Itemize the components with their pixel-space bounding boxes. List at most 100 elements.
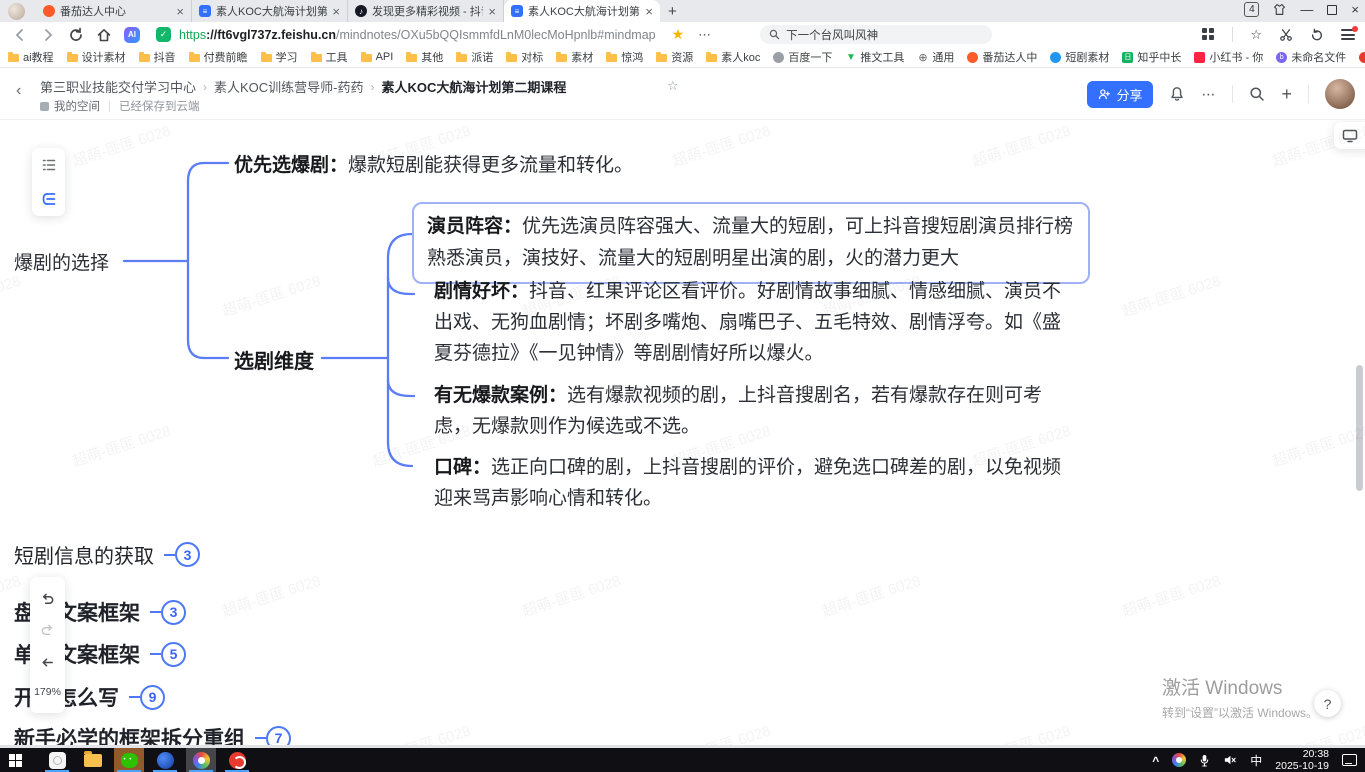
breadcrumb-item[interactable]: 素人KOC训练营导师-药药 › [214,77,382,96]
quick-search-box[interactable]: 下一个台风叫风神 [760,25,992,44]
browser-tab[interactable]: 素人KOC大航海计划第二期课 × [192,0,348,22]
home-icon[interactable] [96,27,112,43]
bookmark-item[interactable]: 知乎中长 [1122,49,1181,65]
child-count-badge[interactable]: 3 [161,600,186,625]
child-count-badge[interactable]: 5 [161,642,186,667]
bookmark-item[interactable]: API [361,51,394,63]
mindmap-detail-node[interactable]: 口碑：选正向口碑的剧，上抖音搜剧的评价，避免选口碑差的剧，以免视频迎来骂声影响心… [434,452,1072,514]
browser-menu-icon[interactable] [1341,29,1355,40]
bookmark-item[interactable]: 通用 [917,49,954,65]
action-center-icon[interactable] [1342,754,1357,766]
security-shield-icon[interactable]: ✓ [156,27,171,42]
taskbar-browser[interactable] [186,748,216,772]
minimize-button[interactable]: — [1300,3,1313,16]
tab-count-badge[interactable]: 4 [1244,2,1259,17]
ai-assistant-icon[interactable]: AI [124,27,140,43]
redo-icon[interactable] [40,623,55,638]
bookmark-item[interactable]: 派诺 [456,49,493,65]
locate-back-icon[interactable] [40,655,55,670]
breadcrumb-item[interactable]: 第三职业技能交付学习中心 › [40,77,214,96]
bookmark-item[interactable]: 短剧素材 [1050,49,1109,65]
favorites-icon[interactable]: ☆ [1250,28,1262,41]
breadcrumb-item[interactable]: 素人KOC大航海计划第二期课程 › [382,77,567,96]
tray-browser-icon[interactable] [1172,753,1186,767]
bookmark-item[interactable]: fanqie-no [1359,51,1365,63]
header-search-icon[interactable] [1249,86,1265,102]
bookmark-item[interactable]: 对标 [506,49,543,65]
app-back-icon[interactable]: ‹ [16,82,21,100]
tab-favicon [199,5,211,17]
bookmark-item[interactable]: 资源 [656,49,693,65]
taskbar-app-search[interactable] [42,748,72,772]
tab-close-icon[interactable]: × [488,5,496,18]
taskbar-wechat[interactable] [114,748,144,772]
bookmark-item[interactable]: 推文工具 [845,49,904,65]
browser-tab[interactable]: 发现更多精彩视频 - 抖音搜索 × [348,0,504,22]
collapsed-branch-row[interactable]: 短剧信息的获取 3 [14,540,200,569]
tab-close-icon[interactable]: × [332,5,340,18]
browser-profile-avatar[interactable] [8,3,25,20]
apps-grid-icon[interactable] [1202,28,1215,41]
bookmark-item[interactable]: 未命名文件 [1276,49,1346,65]
taskbar-app-blue[interactable] [150,748,180,772]
present-mode-button[interactable] [1334,122,1365,149]
bookmark-item[interactable]: 番茄达人中 [967,49,1037,65]
child-count-badge[interactable]: 3 [175,542,200,567]
reload-icon[interactable] [68,27,84,43]
window-controls: 4 — × [1244,2,1359,17]
ime-indicator[interactable]: 中 [1250,752,1262,769]
taskbar-fanqie[interactable] [222,748,252,772]
bookmark-item[interactable]: 工具 [311,49,348,65]
bookmark-item[interactable]: 小红书 - 你 [1194,49,1263,65]
tray-expand-icon[interactable]: ^ [1152,754,1159,768]
forward-icon[interactable] [40,27,56,43]
mindmap-canvas[interactable]: 爆剧的选择 优先选爆剧：爆款短剧能获得更多流量和转化。 选剧维度 演员阵容：优先… [0,120,1365,745]
taskbar-clock[interactable]: 20:38 2025-10-19 [1275,748,1329,772]
history-restore-icon[interactable] [1310,28,1324,42]
header-more-icon[interactable]: ⋯ [1201,86,1216,103]
url-display[interactable]: https://ft6vgl737z.feishu.cn/mindnotes/O… [179,28,656,42]
bookmark-item[interactable]: 惊鸿 [606,49,643,65]
bookmark-item[interactable]: 素材 [556,49,593,65]
back-icon[interactable] [12,27,28,43]
tab-close-icon[interactable]: × [645,5,653,18]
volume-muted-icon[interactable] [1223,754,1237,766]
mindmap-detail-node[interactable]: 有无爆款案例：选有爆款视频的剧，上抖音搜剧名，若有爆款存在则可考虑，无爆款则作为… [434,380,1072,442]
zoom-level[interactable]: 179% [34,686,61,698]
space-label[interactable]: 我的空间 [54,98,100,114]
new-tab-button[interactable]: + [668,3,677,20]
share-button[interactable]: 分享 [1087,81,1153,108]
mindmap-detail-node[interactable]: 演员阵容：优先选演员阵容强大、流量大的短剧，可上抖音搜短剧演员排行榜熟悉演员，演… [412,202,1090,284]
start-button[interactable] [0,748,30,772]
vertical-scrollbar[interactable] [1356,365,1363,491]
favorite-star-icon[interactable]: ☆ [667,78,679,94]
close-button[interactable]: × [1351,3,1359,16]
bookmark-item[interactable]: 素人koc [706,49,760,65]
tab-close-icon[interactable]: × [176,5,184,18]
undo-icon[interactable] [40,592,55,607]
mindmap-view-icon[interactable] [41,191,57,207]
taskbar-file-explorer[interactable] [78,748,108,772]
user-avatar[interactable] [1325,79,1355,109]
bookmark-item[interactable]: 学习 [261,49,298,65]
maximize-button[interactable] [1327,5,1337,15]
mindmap-detail-node[interactable]: 剧情好坏：抖音、红果评论区看评价。好剧情故事细腻、情感细腻、演员不出戏、无狗血剧… [434,276,1072,369]
outline-view-icon[interactable] [41,157,57,173]
bookmark-item[interactable]: 抖音 [139,49,176,65]
bookmark-item[interactable]: 其他 [406,49,443,65]
bookmark-item[interactable]: 百度一下 [773,49,832,65]
screenshot-scissors-icon[interactable] [1279,28,1293,42]
theme-icon[interactable] [1273,3,1286,16]
address-more-icon[interactable]: ⋯ [698,27,712,43]
child-count-badge[interactable]: 9 [140,685,165,710]
browser-tab[interactable]: 番茄达人中心 × [36,0,192,22]
microphone-icon[interactable] [1199,754,1210,767]
notifications-bell-icon[interactable] [1169,86,1185,102]
bookmark-star-icon[interactable]: ★ [672,26,685,43]
browser-tab[interactable]: 素人KOC大航海计划第二期课 × [504,0,660,22]
bookmark-item[interactable]: ai教程 [8,49,54,65]
create-new-icon[interactable]: + [1281,85,1292,103]
help-button[interactable]: ? [1314,690,1341,717]
bookmark-item[interactable]: 付费前瞻 [189,49,248,65]
bookmark-item[interactable]: 设计素材 [67,49,126,65]
